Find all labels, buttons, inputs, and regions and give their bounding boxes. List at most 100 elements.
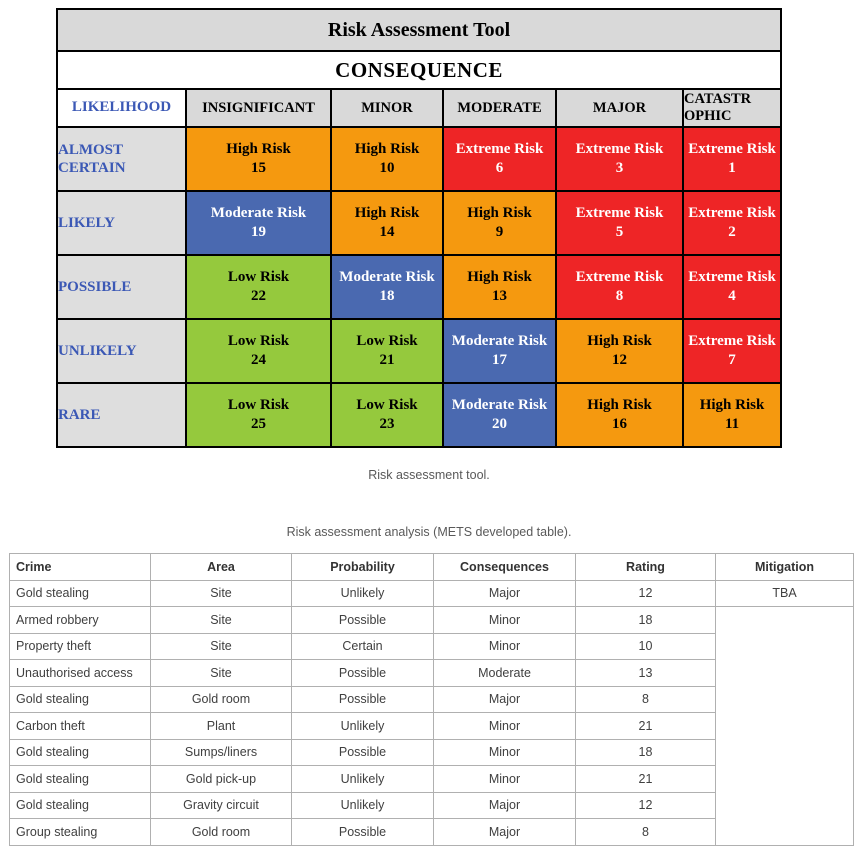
analysis-caption: Risk assessment analysis (METS developed… (286, 525, 572, 539)
risk-cell-value: 23 (379, 416, 395, 432)
risk-cell-value: 6 (495, 160, 504, 176)
risk-cell[interactable]: Extreme Risk 8 (555, 254, 684, 320)
risk-cell-label: Extreme Risk (575, 269, 664, 286)
cell-area: Site (150, 632, 292, 660)
risk-cell-label: Extreme Risk (688, 141, 776, 158)
likelihood-label-2: LIKELY (56, 190, 187, 256)
risk-cell[interactable]: Moderate Risk 18 (330, 254, 444, 320)
risk-cell[interactable]: Extreme Risk 5 (555, 190, 684, 256)
risk-cell[interactable]: High Risk 11 (681, 382, 783, 448)
risk-cell[interactable]: Extreme Risk 7 (681, 318, 783, 384)
risk-cell[interactable]: High Risk 16 (555, 382, 684, 448)
risk-cell-value: 20 (492, 416, 507, 432)
cell-rating: 21 (575, 712, 716, 740)
table-row[interactable]: Armed robbery Site Possible Minor 18 (9, 606, 854, 846)
risk-cell[interactable]: Extreme Risk 1 (681, 126, 783, 192)
matrix-row: ALMOST CERTAIN High Risk 15 High Risk 10 Extre… (56, 126, 783, 192)
risk-cell-label: Extreme Risk (688, 205, 776, 222)
risk-cell[interactable]: High Risk 10 (330, 126, 444, 192)
cell-consequences: Major (433, 579, 576, 607)
risk-cell-label: Low Risk (356, 333, 418, 350)
likelihood-header: LIKELIHOOD (56, 88, 187, 128)
risk-cell[interactable]: Low Risk 25 (185, 382, 332, 448)
cell-rating: 18 (575, 738, 716, 766)
analysis-body: Gold stealing Site Unlikely Major 12 TBA Armed… (9, 579, 854, 846)
risk-cell-value: 5 (615, 224, 624, 240)
risk-cell-value: 18 (379, 288, 395, 304)
cell-probability: Unlikely (291, 765, 434, 793)
analysis-column-header: Mitigation (715, 553, 854, 581)
risk-cell[interactable]: High Risk 14 (330, 190, 444, 256)
risk-cell-value: 25 (251, 416, 266, 432)
risk-cell-label: High Risk (354, 141, 420, 158)
cell-crime: Gold stealing (9, 765, 151, 793)
risk-cell[interactable]: High Risk 15 (185, 126, 332, 192)
analysis-header-row: Crime Area Probability Consequences Rating Mi… (9, 553, 854, 581)
matrix-consequence-row: CONSEQUENCE (55, 50, 783, 90)
risk-cell-label: Low Risk (227, 333, 290, 350)
cell-probability: Unlikely (291, 712, 434, 740)
risk-cell[interactable]: Extreme Risk 3 (555, 126, 684, 192)
risk-cell-label: Moderate Risk (451, 397, 548, 414)
risk-cell[interactable]: Low Risk 24 (185, 318, 332, 384)
cell-rating: 10 (575, 632, 716, 660)
risk-cell-label: Low Risk (356, 397, 418, 414)
risk-cell-value: 10 (379, 160, 395, 176)
cell-probability: Possible (291, 606, 434, 634)
matrix-header-row: LIKELIHOOD INSIGNIFICANT MINOR MODERATE MAJ… (56, 88, 783, 128)
cell-probability: Possible (291, 818, 434, 846)
risk-cell[interactable]: Moderate Risk 17 (442, 318, 557, 384)
risk-cell[interactable]: Low Risk 22 (185, 254, 332, 320)
risk-cell[interactable]: High Risk 12 (555, 318, 684, 384)
risk-cell[interactable]: Extreme Risk 4 (681, 254, 783, 320)
cell-crime: Carbon theft (9, 712, 151, 740)
cell-consequences: Minor (433, 606, 576, 634)
risk-cell[interactable]: High Risk 9 (442, 190, 557, 256)
risk-analysis-table: Crime Area Probability Consequences Rating Mi… (9, 553, 854, 846)
risk-cell-label: High Risk (467, 269, 532, 286)
risk-cell[interactable]: Extreme Risk 2 (681, 190, 783, 256)
risk-cell-label: Extreme Risk (688, 333, 776, 350)
risk-cell-label: Extreme Risk (688, 269, 776, 286)
risk-cell-value: 19 (251, 224, 266, 240)
risk-cell[interactable]: Extreme Risk 6 (442, 126, 557, 192)
cell-rating: 12 (575, 791, 716, 819)
cell-crime: Unauthorised access (9, 659, 151, 687)
likelihood-label-1: ALMOST CERTAIN (56, 126, 187, 192)
table-row[interactable]: Gold stealing Site Unlikely Major 12 TBA (9, 579, 854, 607)
cell-crime: Gold stealing (9, 738, 151, 766)
cell-area: Site (150, 659, 292, 687)
analysis-column-header: Area (150, 553, 292, 581)
cell-probability: Unlikely (291, 579, 434, 607)
risk-cell-value: 11 (724, 416, 740, 432)
matrix-row: LIKELY Moderate Risk 19 High Risk 14 High Ris… (56, 190, 783, 256)
risk-matrix-table: Risk Assessment Tool CONSEQUENCE LIKELIH… (55, 8, 783, 448)
cell-consequences: Minor (433, 712, 576, 740)
risk-cell-label: Low Risk (227, 269, 290, 286)
consequence-header-2: MINOR (330, 88, 444, 128)
risk-cell-value: 3 (615, 160, 624, 176)
cell-mitigation-empty (715, 606, 854, 846)
risk-cell[interactable]: Moderate Risk 20 (442, 382, 557, 448)
cell-mitigation: TBA (715, 579, 854, 607)
risk-cell[interactable]: Low Risk 23 (330, 382, 444, 448)
cell-crime: Armed robbery (9, 606, 151, 634)
analysis-column-header: Probability (291, 553, 434, 581)
risk-cell[interactable]: High Risk 13 (442, 254, 557, 320)
cell-rating: 12 (575, 579, 716, 607)
risk-cell-value: 17 (492, 352, 507, 368)
risk-cell-value: 7 (728, 352, 736, 368)
cell-probability: Possible (291, 738, 434, 766)
likelihood-label-3: POSSIBLE (56, 254, 187, 320)
likelihood-label-4: UNLIKELY (56, 318, 187, 384)
risk-cell-label: Extreme Risk (455, 141, 544, 158)
risk-matrix-container: Risk Assessment Tool CONSEQUENCE LIKELIH… (55, 8, 783, 448)
risk-cell[interactable]: Low Risk 21 (330, 318, 444, 384)
cell-rating: 13 (575, 659, 716, 687)
risk-cell-value: 21 (379, 352, 395, 368)
risk-cell[interactable]: Moderate Risk 19 (185, 190, 332, 256)
risk-cell-value: 15 (251, 160, 266, 176)
risk-cell-label: High Risk (699, 397, 765, 414)
risk-cell-value: 9 (495, 224, 504, 240)
risk-cell-label: High Risk (354, 205, 420, 222)
